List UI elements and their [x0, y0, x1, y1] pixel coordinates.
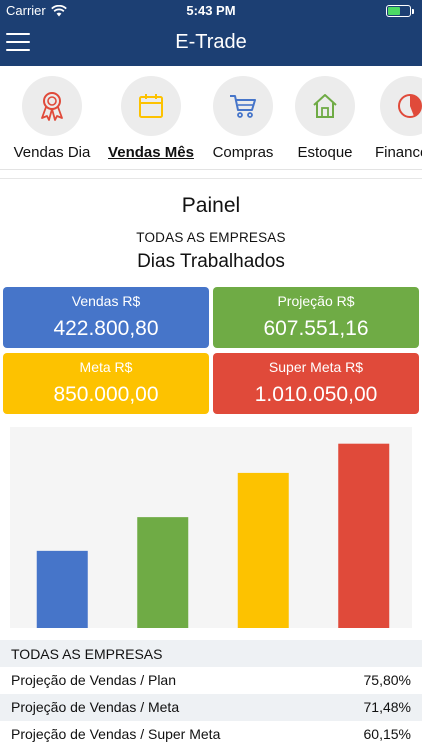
app-title: E-Trade — [175, 31, 247, 53]
category-strip[interactable]: Vendas Dia Vendas Mês Compras Estoque Fi… — [0, 66, 422, 170]
company-label: TODAS AS EMPRESAS — [136, 230, 286, 245]
row-label: Projeção de Vendas / Meta — [11, 699, 180, 715]
house-icon — [313, 94, 337, 118]
row-value: 75,80% — [363, 672, 411, 688]
category-label: Vendas Dia — [13, 144, 91, 161]
bar-2 — [137, 517, 189, 628]
bar-chart-svg — [36, 443, 390, 628]
table-row: Projeção de Vendas / Meta 71,48% — [0, 694, 422, 721]
category-vendas-mes[interactable]: Vendas Mês — [105, 76, 197, 161]
card-label: Meta R$ — [79, 359, 133, 375]
bar-chart — [10, 427, 412, 628]
card-projecao[interactable]: Projeção R$ 607.551,16 — [213, 287, 419, 348]
row-label: Projeção de Vendas / Plan — [11, 672, 177, 688]
card-value: 422.800,80 — [53, 317, 159, 340]
category-label: Financeiro — [374, 144, 422, 161]
card-label: Super Meta R$ — [268, 359, 364, 375]
top-bar: Carrier 5:43 PM E-Trade — [0, 0, 422, 66]
pie-chart-icon — [398, 94, 422, 118]
row-label: Projeção de Vendas / Super Meta — [11, 726, 221, 742]
card-value: 1.010.050,00 — [254, 383, 378, 406]
card-label: Projeção R$ — [277, 293, 355, 309]
shopping-cart-icon — [230, 95, 256, 118]
summary-table: TODAS AS EMPRESAS Projeção de Vendas / P… — [0, 640, 422, 748]
category-label: Estoque — [297, 144, 353, 161]
nav-bar: E-Trade — [0, 22, 422, 66]
divider — [0, 178, 422, 179]
card-value: 607.551,16 — [263, 317, 369, 340]
calendar-icon — [139, 94, 163, 118]
panel-subtitle: Dias Trabalhados — [137, 251, 285, 272]
category-vendas-dia[interactable]: Vendas Dia — [6, 76, 98, 161]
card-value: 850.000,00 — [53, 383, 159, 406]
card-meta[interactable]: Meta R$ 850.000,00 — [3, 353, 209, 414]
table-header: TODAS AS EMPRESAS — [0, 640, 422, 667]
bar-4 — [338, 443, 390, 628]
category-estoque[interactable]: Estoque — [279, 76, 371, 161]
row-value: 71,48% — [363, 699, 411, 715]
row-value: 60,15% — [363, 726, 411, 742]
status-bar: Carrier 5:43 PM — [0, 0, 422, 22]
table-row: Projeção de Vendas / Plan 75,80% — [0, 667, 422, 694]
bar-1 — [36, 550, 88, 628]
bar-3 — [237, 472, 289, 628]
category-label: Vendas Mês — [108, 144, 194, 161]
category-compras[interactable]: Compras — [197, 76, 289, 161]
card-vendas[interactable]: Vendas R$ 422.800,80 — [3, 287, 209, 348]
category-label: Compras — [212, 144, 274, 161]
card-label: Vendas R$ — [71, 293, 141, 309]
status-time: 5:43 PM — [186, 3, 236, 18]
card-super-meta[interactable]: Super Meta R$ 1.010.050,00 — [213, 353, 419, 414]
category-financeiro[interactable]: Financeiro — [364, 76, 422, 161]
panel-title: Painel — [181, 194, 241, 217]
table-row: Projeção de Vendas / Super Meta 60,15% — [0, 721, 422, 748]
ribbon-award-icon — [41, 92, 63, 121]
battery-icon — [386, 5, 414, 17]
